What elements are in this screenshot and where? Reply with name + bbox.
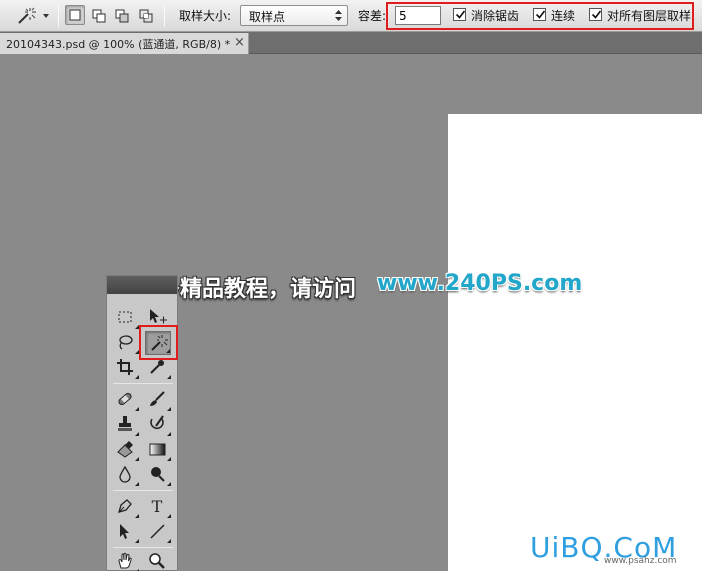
line-icon bbox=[150, 524, 165, 539]
magic-wand-icon bbox=[18, 7, 36, 24]
dodge-tool[interactable] bbox=[145, 463, 171, 487]
add-to-selection-icon bbox=[92, 9, 106, 23]
options-bar: 取样大小: 取样点 容差: 消除锯齿 连续 对所有图层取样 bbox=[0, 0, 702, 32]
tolerance-label: 容差: bbox=[358, 9, 387, 23]
eraser-tool[interactable] bbox=[113, 438, 139, 462]
tools-divider bbox=[113, 547, 173, 548]
sample-size-value: 取样点 bbox=[249, 10, 286, 24]
type-tool[interactable]: T bbox=[145, 495, 171, 519]
crop-tool[interactable] bbox=[113, 356, 139, 380]
blur-tool[interactable] bbox=[113, 463, 139, 487]
new-selection-button[interactable] bbox=[65, 5, 85, 25]
new-selection-icon bbox=[69, 9, 81, 21]
brush-icon bbox=[150, 391, 165, 406]
tools-divider bbox=[113, 383, 173, 384]
sample-size-select[interactable]: 取样点 bbox=[240, 5, 348, 26]
type-icon: T bbox=[152, 497, 163, 515]
checkmark-icon bbox=[455, 10, 466, 19]
site-logo-subtext: www.psahz.com bbox=[604, 556, 677, 566]
sample-size-label: 取样大小: bbox=[179, 9, 232, 23]
arrow-cursor-icon bbox=[120, 524, 129, 539]
contiguous-checkbox[interactable] bbox=[533, 8, 546, 21]
lasso-tool[interactable] bbox=[113, 331, 139, 355]
marquee-icon bbox=[118, 311, 132, 323]
eyedropper-icon bbox=[150, 360, 164, 374]
toolbar-divider bbox=[58, 5, 59, 27]
contiguous-label: 连续 bbox=[551, 9, 576, 23]
crop-icon bbox=[117, 359, 133, 375]
tools-panel-grip[interactable] bbox=[107, 276, 177, 294]
pen-icon bbox=[118, 499, 132, 513]
zoom-icon bbox=[149, 553, 165, 569]
spot-healing-tool[interactable] bbox=[113, 388, 139, 412]
gradient-tool[interactable] bbox=[145, 438, 171, 462]
add-to-selection-button[interactable] bbox=[88, 5, 108, 25]
close-icon[interactable]: × bbox=[234, 35, 245, 50]
select-arrows-icon bbox=[335, 10, 342, 21]
pen-tool[interactable] bbox=[113, 495, 139, 519]
tools-panel: T bbox=[106, 275, 178, 571]
dodge-icon bbox=[151, 467, 165, 482]
subtract-selection-icon bbox=[115, 9, 129, 23]
hand-tool[interactable] bbox=[113, 550, 139, 571]
rectangular-marquee-tool[interactable] bbox=[113, 306, 139, 330]
sample-all-layers-label: 对所有图层取样 bbox=[607, 9, 692, 23]
history-brush-tool[interactable] bbox=[145, 413, 171, 437]
chevron-down-icon bbox=[43, 14, 49, 18]
lasso-icon bbox=[119, 335, 133, 350]
stamp-icon bbox=[118, 416, 132, 431]
hand-icon bbox=[118, 552, 132, 569]
watermark-url: www.240PS.com bbox=[377, 271, 583, 296]
clone-stamp-tool[interactable] bbox=[113, 413, 139, 437]
subtract-from-selection-button[interactable] bbox=[111, 5, 131, 25]
tools-divider bbox=[113, 490, 173, 491]
gradient-icon bbox=[149, 443, 166, 456]
document-tab-bar: 20104343.psd @ 100% (蓝通道, RGB/8) * × bbox=[0, 32, 702, 54]
tolerance-input[interactable] bbox=[395, 6, 441, 25]
intersect-selection-icon bbox=[139, 9, 153, 23]
highlight-box-magic-wand bbox=[139, 325, 178, 360]
tool-preset-picker[interactable] bbox=[14, 5, 50, 27]
zoom-tool[interactable] bbox=[145, 550, 171, 571]
intersect-selection-button[interactable] bbox=[135, 5, 155, 25]
eraser-icon bbox=[117, 441, 133, 458]
anti-alias-label: 消除锯齿 bbox=[471, 9, 520, 23]
document-tab[interactable]: 20104343.psd @ 100% (蓝通道, RGB/8) * × bbox=[0, 33, 249, 54]
brush-tool[interactable] bbox=[145, 388, 171, 412]
drop-icon bbox=[119, 465, 131, 483]
type-tool-glyph: T bbox=[152, 497, 163, 515]
move-icon bbox=[150, 309, 167, 324]
eyedropper-tool[interactable] bbox=[145, 356, 171, 380]
document-tab-title: 20104343.psd @ 100% (蓝通道, RGB/8) * bbox=[6, 38, 231, 51]
checkmark-icon bbox=[535, 10, 546, 19]
toolbar-divider bbox=[164, 5, 165, 27]
document-canvas[interactable] bbox=[448, 114, 702, 571]
anti-alias-checkbox[interactable] bbox=[453, 8, 466, 21]
path-selection-tool[interactable] bbox=[113, 520, 139, 544]
bandage-icon bbox=[118, 392, 132, 406]
sample-all-layers-checkbox[interactable] bbox=[589, 8, 602, 21]
checkmark-icon bbox=[591, 10, 602, 19]
tolerance-field[interactable] bbox=[396, 7, 440, 24]
history-brush-icon bbox=[150, 415, 164, 429]
line-tool[interactable] bbox=[145, 520, 171, 544]
